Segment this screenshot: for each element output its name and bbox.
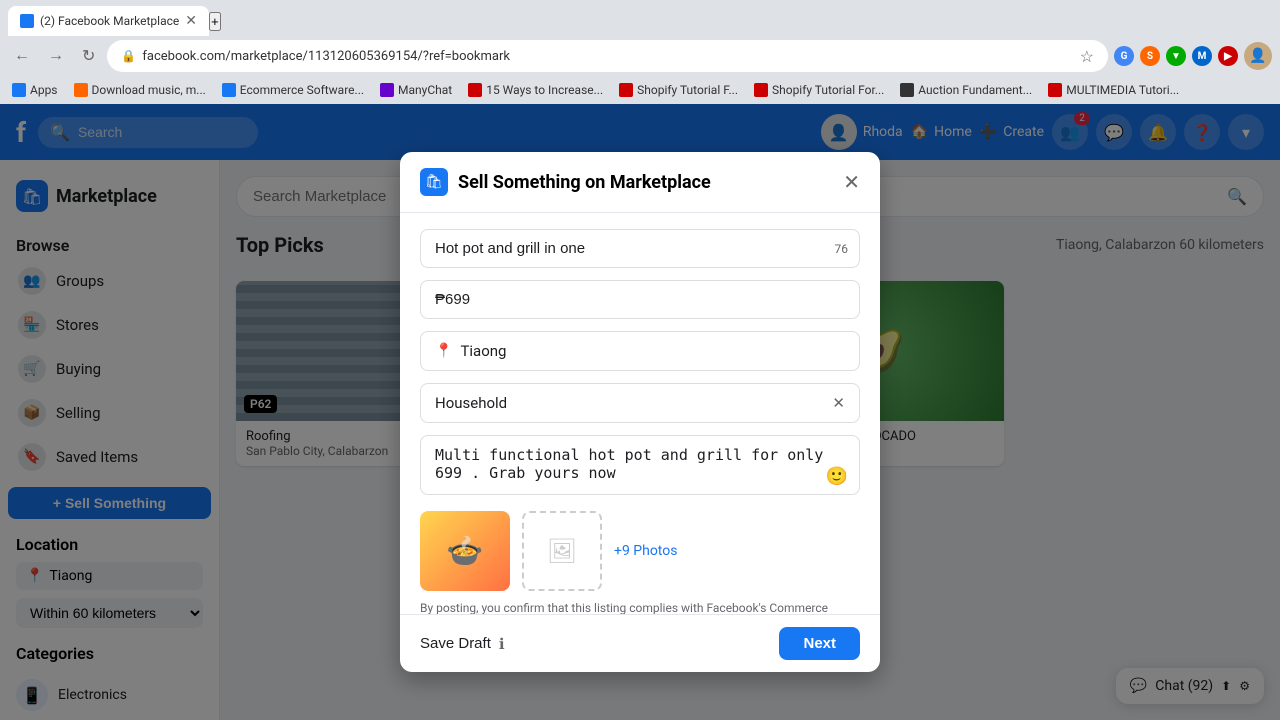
photo-thumb-1[interactable]: 🍲 [420, 511, 510, 591]
bookmark-star-icon[interactable]: ☆ [1080, 47, 1094, 66]
forward-button[interactable]: → [42, 43, 70, 69]
bookmark-15ways[interactable]: 15 Ways to Increase... [464, 81, 607, 99]
next-button[interactable]: Next [779, 627, 860, 660]
refresh-button[interactable]: ↻ [76, 42, 101, 70]
modal-mp-icon: 🛍 [420, 168, 448, 196]
price-field-row [420, 280, 860, 319]
add-photo-button[interactable]: 🖼 [522, 511, 602, 591]
modal-body: 76 📍 Tiaong Household ✕ [400, 213, 880, 614]
save-draft-button[interactable]: Save Draft ℹ [420, 635, 505, 653]
bookmarks-bar: Apps Download music, m... Ecommerce Soft… [0, 76, 1280, 104]
new-tab-button[interactable]: + [209, 12, 221, 31]
category-field-row: Household ✕ [420, 383, 860, 423]
photos-count-label[interactable]: +9 Photos [614, 543, 677, 559]
bookmark-apps[interactable]: Apps [8, 81, 62, 99]
category-row[interactable]: Household ✕ [420, 383, 860, 423]
ext-icon-4[interactable]: M [1192, 46, 1212, 66]
location-field-row: 📍 Tiaong [420, 331, 860, 371]
bookmark-15ways-label: 15 Ways to Increase... [486, 83, 603, 97]
ext-icon-1[interactable]: G [1114, 46, 1134, 66]
url-text: facebook.com/marketplace/113120605369154… [142, 49, 1073, 64]
char-count: 76 [835, 242, 849, 256]
address-bar: ← → ↻ 🔒 facebook.com/marketplace/1131206… [0, 36, 1280, 76]
bookmark-shopify1-label: Shopify Tutorial F... [637, 83, 738, 97]
title-field-row: 76 [420, 229, 860, 268]
bookmark-manychat-icon [380, 83, 394, 97]
bookmark-shopify2-label: Shopify Tutorial For... [772, 83, 884, 97]
tab-close-btn[interactable]: ✕ [185, 13, 197, 29]
tab-title: (2) Facebook Marketplace [40, 14, 179, 28]
image-placeholder-icon: 🖼 [547, 537, 577, 565]
modal-header: 🛍 Sell Something on Marketplace ✕ [400, 152, 880, 213]
bookmark-shopify1[interactable]: Shopify Tutorial F... [615, 81, 742, 99]
bookmark-multimedia-icon [1048, 83, 1062, 97]
info-icon: ℹ [499, 635, 505, 653]
emoji-button[interactable]: 🙂 [826, 466, 848, 487]
price-input[interactable] [420, 280, 860, 319]
tab-favicon [20, 14, 34, 28]
bookmark-manychat[interactable]: ManyChat [376, 81, 456, 99]
description-textarea[interactable] [420, 435, 860, 495]
bookmark-download-label: Download music, m... [92, 83, 206, 97]
modal-footer: Save Draft ℹ Next [400, 614, 880, 672]
bookmark-apps-label: Apps [30, 83, 58, 97]
modal-overlay[interactable]: 🛍 Sell Something on Marketplace ✕ 76 📍 T… [0, 104, 1280, 720]
back-button[interactable]: ← [8, 43, 36, 69]
modal-category-text: Household [435, 394, 507, 412]
bookmark-multimedia-label: MULTIMEDIA Tutori... [1066, 83, 1179, 97]
modal-close-button[interactable]: ✕ [843, 170, 860, 194]
bookmark-15ways-icon [468, 83, 482, 97]
item-title-input[interactable] [420, 229, 860, 268]
modal-title: Sell Something on Marketplace [458, 172, 833, 193]
bookmark-ecommerce-label: Ecommerce Software... [240, 83, 364, 97]
bookmark-shopify1-icon [619, 83, 633, 97]
bookmark-manychat-label: ManyChat [398, 83, 452, 97]
bookmark-auction-icon [900, 83, 914, 97]
browser-chrome: (2) Facebook Marketplace ✕ + ← → ↻ 🔒 fac… [0, 0, 1280, 104]
ext-icon-2[interactable]: S [1140, 46, 1160, 66]
bookmark-download-icon [74, 83, 88, 97]
bookmark-ecommerce[interactable]: Ecommerce Software... [218, 81, 368, 99]
profile-avatar-header[interactable]: 👤 [1244, 42, 1272, 70]
bookmark-shopify2[interactable]: Shopify Tutorial For... [750, 81, 888, 99]
sell-modal: 🛍 Sell Something on Marketplace ✕ 76 📍 T… [400, 152, 880, 672]
modal-location-text: Tiaong [460, 342, 506, 360]
tab-bar: (2) Facebook Marketplace ✕ + [0, 0, 1280, 36]
lock-icon: 🔒 [121, 49, 136, 63]
category-clear-button[interactable]: ✕ [832, 394, 845, 412]
ext-icon-5[interactable]: ▶ [1218, 46, 1238, 66]
active-tab[interactable]: (2) Facebook Marketplace ✕ [8, 6, 209, 36]
bookmark-download[interactable]: Download music, m... [70, 81, 210, 99]
ext-icon-3[interactable]: ▼ [1166, 46, 1186, 66]
extension-icons: G S ▼ M ▶ [1114, 46, 1238, 66]
bookmark-multimedia[interactable]: MULTIMEDIA Tutori... [1044, 81, 1183, 99]
save-draft-label: Save Draft [420, 635, 491, 652]
bookmark-ecommerce-icon [222, 83, 236, 97]
url-bar[interactable]: 🔒 facebook.com/marketplace/1131206053691… [107, 40, 1108, 72]
photos-row: 🍲 🖼 +9 Photos [420, 511, 860, 591]
location-pin-icon: 📍 [435, 343, 452, 359]
bookmark-auction[interactable]: Auction Fundament... [896, 81, 1036, 99]
description-field-row: 🙂 [420, 435, 860, 499]
policy-text: By posting, you confirm that this listin… [420, 599, 860, 614]
bookmark-auction-label: Auction Fundament... [918, 83, 1032, 97]
bookmark-apps-icon [12, 83, 26, 97]
bookmark-shopify2-icon [754, 83, 768, 97]
location-row[interactable]: 📍 Tiaong [420, 331, 860, 371]
